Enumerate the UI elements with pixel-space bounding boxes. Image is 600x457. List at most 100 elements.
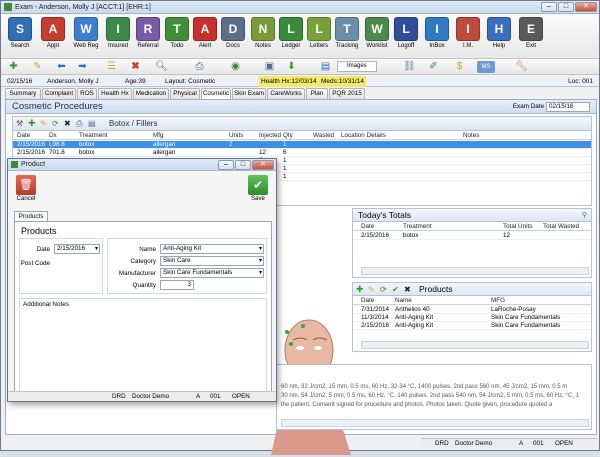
tab-complaint[interactable]: Complaint	[42, 88, 76, 99]
dialog-close-button[interactable]: ✕	[252, 160, 274, 170]
app-icon	[4, 3, 12, 11]
checkmark-icon: ✔	[248, 175, 268, 195]
refresh-icon[interactable]: ⟳	[52, 119, 59, 128]
column-header: Date	[361, 223, 375, 230]
magnify-icon[interactable]: 🔍︎	[155, 61, 168, 73]
pen-icon[interactable]: ✐	[427, 61, 440, 73]
tools-icon[interactable]: ⚒	[16, 119, 23, 128]
print-icon[interactable]: ⎙	[193, 61, 206, 73]
exam-date-field[interactable]: 02/15/16	[546, 102, 590, 112]
ms-icon[interactable]: MS	[477, 61, 495, 73]
save-button[interactable]: ✔ Save	[245, 175, 271, 202]
manufacturer-field[interactable]: Skin Care Fundamentals ▾	[160, 268, 264, 278]
edit-product-icon[interactable]: ✎	[368, 285, 375, 294]
table-row[interactable]: 11/3/2014 Anti-Aging Kit Skin Care Fundame…	[353, 314, 591, 322]
save-disk-icon[interactable]: ▣	[263, 61, 276, 73]
delete-icon[interactable]: ✖	[129, 61, 142, 73]
money-icon[interactable]: $	[453, 61, 466, 73]
totals-scrollbar[interactable]	[361, 267, 589, 275]
dialog-maximize-button[interactable]: □	[235, 160, 251, 170]
tab-skinexam[interactable]: Skin Exam	[232, 88, 266, 99]
toolbar-inbox-button[interactable]: I InBox	[421, 17, 453, 49]
dialog-title-bar: Product – □ ✕	[8, 159, 276, 171]
dialog-status-loc: 001	[210, 393, 221, 400]
toolbar-help-button[interactable]: H Help	[483, 17, 515, 49]
tab-healthhx[interactable]: Health Hx	[98, 88, 132, 99]
images-button[interactable]: Images	[337, 61, 377, 72]
remove-product-icon[interactable]: ✖	[404, 285, 411, 294]
dialog-minimize-button[interactable]: –	[218, 160, 234, 170]
name-field[interactable]: Anti-Aging Kit ▾	[160, 244, 264, 254]
table-row[interactable]: 2/15/2016 L98.8 botox allergan 2 1	[13, 141, 591, 149]
filter-icon[interactable]: ⚲	[582, 211, 587, 219]
table-cell: 12	[503, 232, 511, 239]
health-hx-badge[interactable]: Health Hx:12/03/14	[259, 76, 319, 87]
toolbar-logoff-button[interactable]: L Logoff	[390, 17, 422, 49]
edit-row-icon[interactable]: ✎	[40, 119, 47, 128]
tab-medication[interactable]: Medication	[133, 88, 169, 99]
maximize-button[interactable]: □	[558, 2, 574, 12]
tab-pqr2015[interactable]: PQR 2015	[329, 88, 365, 99]
category-field[interactable]: Skin Care ▾	[160, 256, 264, 266]
section-title: Botox / Fillers	[109, 119, 158, 128]
cancel-button[interactable]: 🗑︎ Cancel	[13, 175, 39, 202]
dialog-body: Products Date 2/15/2016 ▾ Post Code Name …	[14, 221, 272, 397]
minimize-button[interactable]: –	[541, 2, 557, 12]
additional-notes-box[interactable]: Additional Notes	[19, 298, 267, 394]
forward-arrow-icon[interactable]: ➡	[76, 61, 89, 73]
products-scrollbar[interactable]	[361, 341, 589, 349]
column-header: Location Details	[341, 132, 386, 139]
table-row[interactable]: 2/15/2016 701.8 botox allergan 12 6	[13, 149, 591, 157]
list-icon[interactable]: ☰	[105, 61, 118, 73]
dialog-title: Product	[21, 161, 46, 168]
toolbar-webreg-button[interactable]: W Web Reg	[70, 17, 102, 49]
table-row[interactable]: 7/31/2014 Anthelios 40 LaRoche-Posay	[353, 306, 591, 314]
table-cell: 11/3/2014	[361, 314, 389, 321]
date-field[interactable]: 2/15/2016 ▾	[54, 244, 100, 254]
toolbar-docs-button[interactable]: D Docs	[217, 17, 249, 49]
toolbar-insured-button[interactable]: I Insured	[102, 17, 134, 49]
eye-icon[interactable]: ◉	[229, 61, 242, 73]
table-row[interactable]: 2/15/2016 botox 12	[353, 232, 591, 240]
dialog-status-state: OPEN	[232, 393, 250, 400]
copy-icon[interactable]: ▤	[88, 119, 96, 128]
add-row-icon[interactable]: ✚	[28, 118, 36, 129]
toolbar-label: Appt	[46, 43, 60, 49]
print-row-icon[interactable]: ⎙	[76, 119, 82, 129]
tab-physical[interactable]: Physical	[170, 88, 200, 99]
table-row[interactable]: 2/15/2016 Anti-Aging Kit Skin Care Fundame…	[353, 322, 591, 330]
edit-icon[interactable]: ✎	[31, 61, 44, 73]
wrench-icon[interactable]: 🔧︎	[515, 61, 528, 73]
toolbar-referral-button[interactable]: R Referral	[132, 17, 164, 49]
check-product-icon[interactable]: ✔	[392, 285, 399, 294]
toolbar-exit-button[interactable]: E Exit	[515, 17, 547, 49]
folder-icon[interactable]: ▤	[319, 61, 332, 73]
tab-ros[interactable]: ROS	[77, 88, 97, 99]
table-cell: LaRoche-Posay	[491, 306, 536, 313]
title-bar: Exam - Anderson, Molly J [ACCT:1] [EHR:1…	[1, 1, 599, 14]
column-header: Date	[17, 132, 31, 139]
remove-icon[interactable]: ✖	[64, 119, 71, 128]
dropdown-icon: ▾	[94, 246, 98, 252]
toolbar-worklist-button[interactable]: W Worklist	[361, 17, 393, 49]
toolbar-search-button[interactable]: S Search	[4, 17, 36, 49]
meds-badge[interactable]: Meds:10/31/14	[319, 76, 367, 87]
tab-plan[interactable]: Plan	[306, 88, 328, 99]
back-arrow-icon[interactable]: ⬅	[55, 61, 68, 73]
insured-icon: I	[106, 17, 130, 41]
quantity-field[interactable]: 3	[160, 280, 194, 290]
tab-summary[interactable]: Summary	[5, 88, 41, 99]
dropdown-icon: ▾	[258, 246, 262, 252]
add-product-icon[interactable]: ✚	[356, 284, 364, 295]
refresh-product-icon[interactable]: ⟳	[380, 285, 387, 294]
dialog-tab-products[interactable]: Products	[14, 211, 48, 221]
toolbar-tracking-button[interactable]: T Tracking	[331, 17, 363, 49]
toolbar-im-button[interactable]: I I.M.	[452, 17, 484, 49]
notes-scrollbar[interactable]	[281, 419, 589, 427]
close-button[interactable]: ✕	[575, 2, 597, 12]
add-icon[interactable]: ✚	[7, 61, 20, 73]
download-icon[interactable]: ⬇	[285, 61, 298, 73]
link-icon[interactable]: ⛓	[403, 61, 416, 73]
tab-careworks[interactable]: CareWorks	[267, 88, 305, 99]
toolbar-appt-button[interactable]: A Appt	[37, 17, 69, 49]
